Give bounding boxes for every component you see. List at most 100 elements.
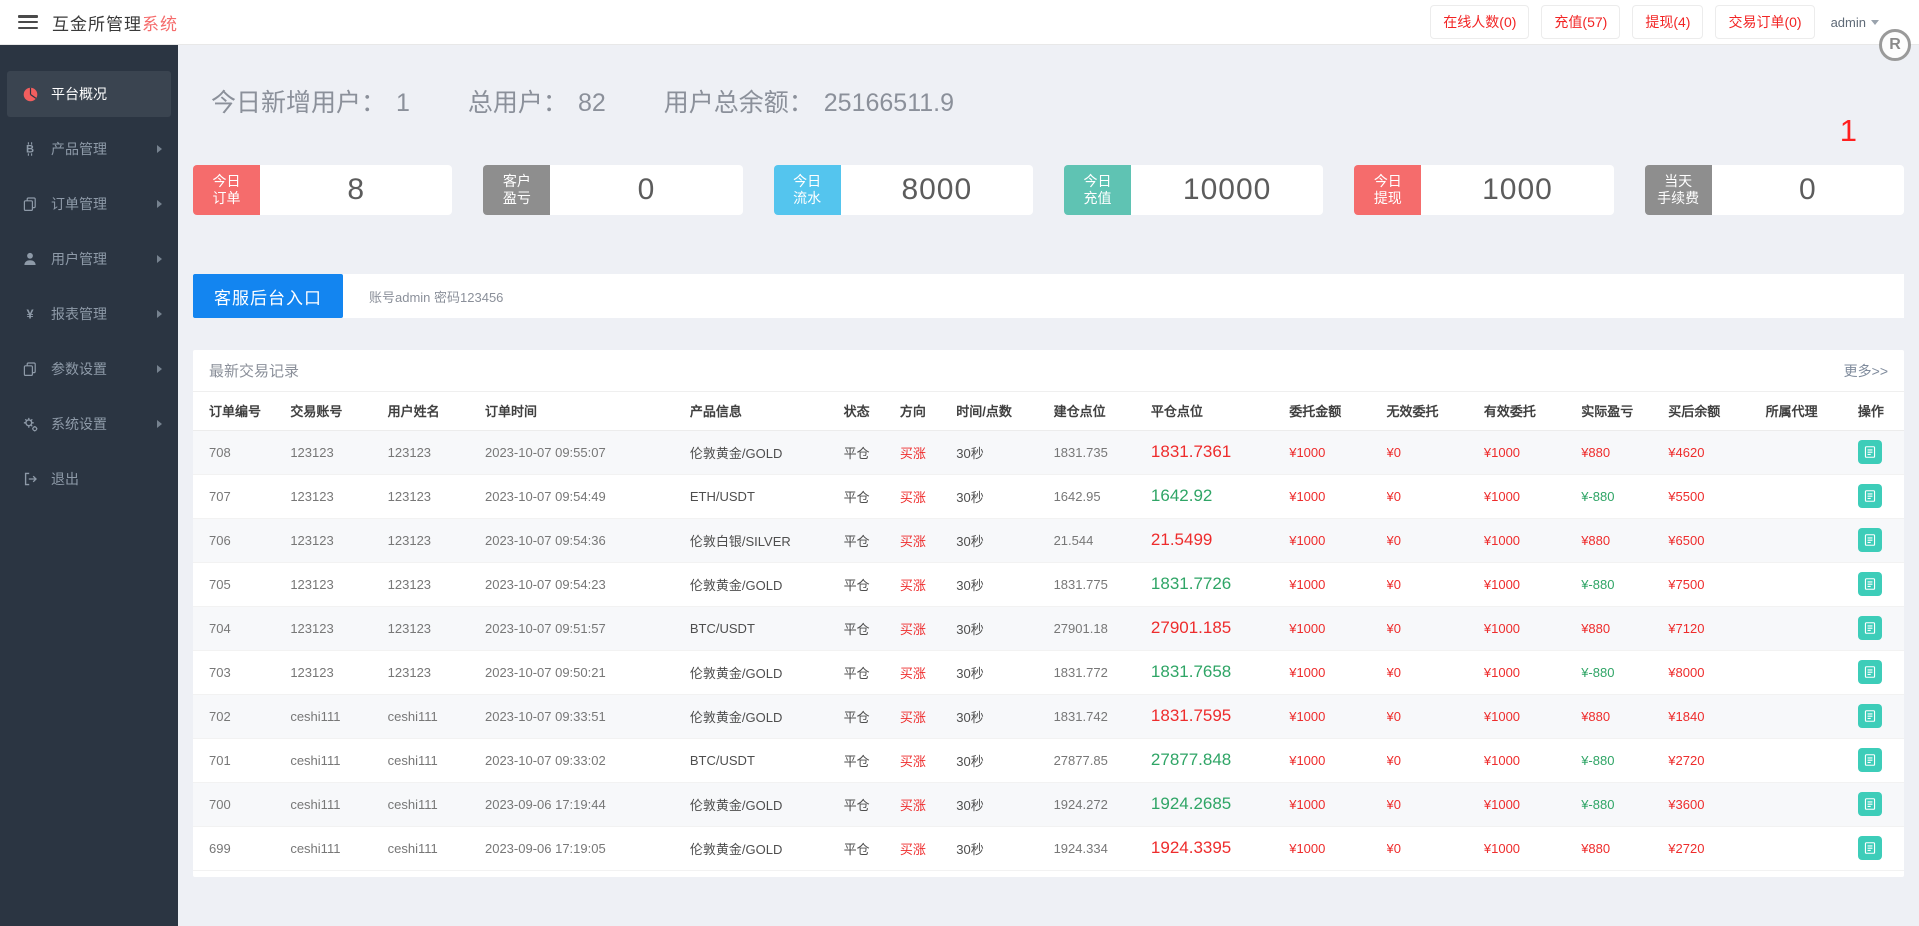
- cell-product: 伦敦黄金/GOLD: [690, 782, 844, 826]
- summary-item: 今日新增用户：1: [211, 83, 410, 119]
- admin-dropdown[interactable]: admin: [1831, 15, 1879, 30]
- sidebar-item-orders[interactable]: 订单管理: [7, 181, 171, 227]
- cell-open-price: 27901.18: [1054, 606, 1151, 650]
- admin-username: admin: [1831, 15, 1866, 30]
- card-label: 今日 流水: [774, 165, 841, 215]
- cell-account: 123123: [290, 650, 387, 694]
- app-title-main: 互金所管理: [52, 15, 142, 34]
- cell-close-price: 1831.7595: [1151, 694, 1289, 738]
- card-label: 今日 提现: [1354, 165, 1421, 215]
- cell-direction: 买涨: [900, 430, 956, 474]
- cell-open-price: 1924.272: [1054, 782, 1151, 826]
- sidebar-item-products[interactable]: B 产品管理: [7, 126, 171, 172]
- cell-account: 123123: [290, 474, 387, 518]
- card-label: 今日 充值: [1064, 165, 1131, 215]
- cell-valid: ¥1000: [1484, 562, 1581, 606]
- card-value: 0: [1712, 165, 1904, 215]
- cell-product: 伦敦黄金/GOLD: [690, 650, 844, 694]
- document-list-icon: [1863, 577, 1877, 591]
- order-detail-button[interactable]: [1858, 440, 1882, 464]
- cell-balance: ¥2720: [1668, 826, 1765, 870]
- cell-status: 平仓: [844, 650, 900, 694]
- summary-label: 总用户：: [468, 89, 568, 117]
- order-detail-button[interactable]: [1858, 484, 1882, 508]
- header-stat-button-3[interactable]: 交易订单(0): [1715, 5, 1814, 39]
- cell-account: 123123: [290, 606, 387, 650]
- more-link[interactable]: 更多>>: [1844, 361, 1888, 381]
- cell-username: ceshi111: [388, 694, 485, 738]
- order-detail-button[interactable]: [1858, 836, 1882, 860]
- cell-agent: [1766, 606, 1858, 650]
- cell-action: [1858, 430, 1904, 474]
- cell-close-price: 1924.2685: [1151, 782, 1289, 826]
- cell-order-id: 700: [193, 782, 290, 826]
- cell-action: [1858, 694, 1904, 738]
- service-bar: 客服后台入口 账号admin 密码123456: [193, 274, 1904, 318]
- cell-order-id: 703: [193, 650, 290, 694]
- cell-account: ceshi111: [290, 782, 387, 826]
- sidebar-item-label: 用户管理: [51, 249, 107, 269]
- column-header: 有效委托: [1484, 392, 1581, 430]
- column-header: 建仓点位: [1054, 392, 1151, 430]
- cell-close-price: 1831.7658: [1151, 650, 1289, 694]
- cell-duration: 30秒: [956, 782, 1053, 826]
- cell-username: 123123: [388, 474, 485, 518]
- cell-open-price: 1831.735: [1054, 430, 1151, 474]
- column-header: 用户姓名: [388, 392, 485, 430]
- summary-label: 今日新增用户：: [211, 89, 386, 117]
- sidebar: 平台概况 B 产品管理 订单管理 用户管理 ¥ 报表管理 参数设置 系统设置 退…: [0, 45, 178, 926]
- cell-amount: ¥1000: [1289, 694, 1386, 738]
- cell-product: ETH/USDT: [690, 474, 844, 518]
- cell-invalid: ¥0: [1387, 606, 1484, 650]
- cell-account: ceshi111: [290, 694, 387, 738]
- sidebar-item-reports[interactable]: ¥ 报表管理: [7, 291, 171, 337]
- cell-amount: ¥1000: [1289, 606, 1386, 650]
- sidebar-item-params[interactable]: 参数设置: [7, 346, 171, 392]
- cell-order-time: 2023-10-07 09:54:36: [485, 518, 690, 562]
- cell-open-price: 21.544: [1054, 518, 1151, 562]
- cell-profit: ¥880: [1581, 694, 1668, 738]
- order-detail-button[interactable]: [1858, 660, 1882, 684]
- header-stat-button-2[interactable]: 提现(4): [1632, 5, 1703, 39]
- document-list-icon: [1863, 841, 1877, 855]
- cell-action: [1858, 826, 1904, 870]
- service-portal-button[interactable]: 客服后台入口: [193, 274, 343, 318]
- header-stat-button-1[interactable]: 充值(57): [1541, 5, 1620, 39]
- table-row: 700 ceshi111 ceshi111 2023-09-06 17:19:4…: [193, 782, 1904, 826]
- chevron-right-icon: [157, 145, 162, 153]
- summary-value: 82: [578, 89, 606, 117]
- cell-agent: [1766, 694, 1858, 738]
- cell-status: 平仓: [844, 782, 900, 826]
- sidebar-item-overview[interactable]: 平台概况: [7, 71, 171, 117]
- cell-invalid: ¥0: [1387, 430, 1484, 474]
- table-row: 703 123123 123123 2023-10-07 09:50:21 伦敦…: [193, 650, 1904, 694]
- sidebar-item-users[interactable]: 用户管理: [7, 236, 171, 282]
- cell-username: 123123: [388, 650, 485, 694]
- cell-invalid: ¥0: [1387, 738, 1484, 782]
- cell-close-price: 1831.7726: [1151, 562, 1289, 606]
- cell-valid: ¥1000: [1484, 738, 1581, 782]
- cell-agent: [1766, 650, 1858, 694]
- cell-username: 123123: [388, 562, 485, 606]
- stat-card: 当天 手续费 0: [1645, 165, 1904, 215]
- cell-order-id: 699: [193, 826, 290, 870]
- order-detail-button[interactable]: [1858, 704, 1882, 728]
- table-row: 702 ceshi111 ceshi111 2023-10-07 09:33:5…: [193, 694, 1904, 738]
- cell-order-time: 2023-09-06 17:19:05: [485, 826, 690, 870]
- cell-username: 123123: [388, 606, 485, 650]
- sidebar-item-logout[interactable]: 退出: [7, 456, 171, 502]
- cell-agent: [1766, 826, 1858, 870]
- cell-action: [1858, 650, 1904, 694]
- menu-toggle-icon[interactable]: [18, 15, 38, 29]
- cell-product: 伦敦黄金/GOLD: [690, 694, 844, 738]
- order-detail-button[interactable]: [1858, 528, 1882, 552]
- cell-profit: ¥880: [1581, 606, 1668, 650]
- header-stat-button-0[interactable]: 在线人数(0): [1430, 5, 1529, 39]
- top-header: 互金所管理系统 在线人数(0) 充值(57) 提现(4) 交易订单(0) adm…: [0, 0, 1919, 45]
- order-detail-button[interactable]: [1858, 748, 1882, 772]
- order-detail-button[interactable]: [1858, 616, 1882, 640]
- sidebar-item-system[interactable]: 系统设置: [7, 401, 171, 447]
- order-detail-button[interactable]: [1858, 792, 1882, 816]
- column-header: 实际盈亏: [1581, 392, 1668, 430]
- order-detail-button[interactable]: [1858, 572, 1882, 596]
